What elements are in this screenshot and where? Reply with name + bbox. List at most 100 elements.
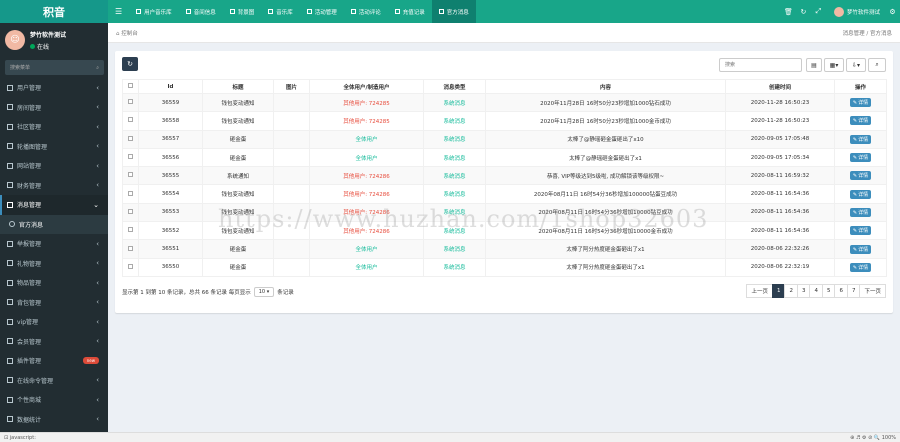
sidebar-item-0[interactable]: 用户管理 ‹ <box>0 78 108 98</box>
sidebar-item-12[interactable]: vip管理 ‹ <box>0 312 108 332</box>
tab-3[interactable]: 音乐库 <box>261 0 300 23</box>
next-page-button[interactable]: 下一页 <box>859 284 886 298</box>
sidebar-item-label: 个性商城 <box>17 397 42 405</box>
prev-page-button[interactable]: 上一页 <box>746 284 773 298</box>
cell-time: 2020-08-11 16:54:36 <box>725 221 835 241</box>
sidebar-item-7[interactable]: 官方消息 <box>0 214 108 234</box>
cell-actions: 详情 <box>834 202 887 223</box>
detail-button[interactable]: 详情 <box>849 134 872 144</box>
chevron-left-icon: ‹ <box>96 181 99 190</box>
trash-icon[interactable]: 🗑 <box>781 8 796 16</box>
sidebar-item-8[interactable]: 举报管理 ‹ <box>0 234 108 254</box>
row-checkbox[interactable] <box>122 166 139 186</box>
page-size-select[interactable]: 10 ▾ <box>253 287 275 297</box>
select-all-checkbox[interactable] <box>122 79 139 94</box>
sidebar-search-input[interactable]: 搜索菜单 ⌕ <box>5 60 104 75</box>
message-icon <box>7 201 13 208</box>
export-button[interactable]: ⇩▾ <box>846 58 866 72</box>
columns-button[interactable]: ▦▾ <box>824 58 844 72</box>
page-button-1[interactable]: 1 <box>771 284 786 298</box>
sidebar-item-5[interactable]: 财务管理 ‹ <box>0 176 108 196</box>
chevron-left-icon: ‹ <box>96 298 99 307</box>
app-logo[interactable]: 积音 <box>0 0 108 23</box>
sidebar-item-11[interactable]: 背包管理 ‹ <box>0 293 108 313</box>
tab-7[interactable]: 官方消息 <box>431 0 476 23</box>
sidebar-item-15[interactable]: 在线命令管理 ‹ <box>0 371 108 391</box>
cell-time: 2020-08-06 22:32:26 <box>725 239 835 259</box>
page-button-6[interactable]: 6 <box>834 284 848 298</box>
tab-1[interactable]: 音间信息 <box>179 0 223 23</box>
chevron-left-icon: ‹ <box>96 278 99 287</box>
search-icon: ⌕ <box>96 64 99 71</box>
detail-button[interactable]: 详情 <box>849 171 872 181</box>
sidebar-item-3[interactable]: 轮播图管理 ‹ <box>0 137 108 157</box>
cell-image <box>273 202 310 223</box>
row-checkbox[interactable] <box>122 129 139 149</box>
page-button-3[interactable]: 3 <box>796 284 811 298</box>
detail-button[interactable]: 详情 <box>849 226 872 236</box>
user-name: 梦竹软件测试 <box>30 31 67 39</box>
toggle-view-button[interactable]: ▤ <box>806 58 822 72</box>
gift-icon <box>7 260 13 267</box>
settings-icon[interactable]: ⚙ <box>885 8 900 16</box>
home-icon <box>7 104 13 111</box>
sidebar-item-14[interactable]: 插件管理 new <box>0 351 108 371</box>
col-title[interactable]: 标题 <box>202 79 274 94</box>
detail-button[interactable]: 详情 <box>849 244 872 254</box>
top-user-name[interactable]: 梦竹软件测试 <box>847 8 880 16</box>
sidebar-item-2[interactable]: 社区管理 ‹ <box>0 117 108 137</box>
tab-4[interactable]: 活动管理 <box>300 0 344 23</box>
detail-button[interactable]: 详情 <box>849 262 872 272</box>
sidebar-item-17[interactable]: 数据统计 ‹ <box>0 410 108 430</box>
cell-type: 系统消息 <box>423 166 486 186</box>
sidebar-item-6[interactable]: 消息管理 ⌄ <box>0 195 108 215</box>
stats-icon <box>7 416 13 423</box>
table-row: 36555 系统通知 其他用户: 724286 系统消息 恭喜, VIP等级达到5级啦,… <box>122 166 887 186</box>
top-avatar[interactable] <box>833 6 844 17</box>
sidebar-item-label: 官方消息 <box>19 221 44 229</box>
tab-2[interactable]: 背景图 <box>223 0 262 23</box>
detail-button[interactable]: 详情 <box>849 189 872 199</box>
tab-5[interactable]: 活动评论 <box>344 0 388 23</box>
cell-users: 其他用户: 724285 <box>309 111 424 131</box>
row-checkbox[interactable] <box>122 202 139 223</box>
page-button-5[interactable]: 5 <box>821 284 836 298</box>
page-button-2[interactable]: 2 <box>784 284 798 298</box>
tab-0[interactable]: 用户音乐库 <box>129 0 179 23</box>
sidebar-item-13[interactable]: 会员管理 ‹ <box>0 332 108 352</box>
row-checkbox[interactable] <box>122 184 139 204</box>
row-checkbox[interactable] <box>122 147 139 168</box>
detail-button[interactable]: 详情 <box>849 207 872 217</box>
cell-id: 36555 <box>138 166 203 186</box>
tab-6[interactable]: 充值记录 <box>388 0 432 23</box>
refresh-icon[interactable]: ↻ <box>796 8 811 16</box>
fullscreen-icon[interactable]: ⤢ <box>811 7 826 16</box>
cell-time: 2020-08-11 16:54:36 <box>725 184 835 204</box>
cell-id: 36552 <box>138 221 203 241</box>
col-created[interactable]: 创建时间 <box>725 79 835 94</box>
search-input[interactable] <box>719 58 802 72</box>
row-checkbox[interactable] <box>122 111 139 131</box>
breadcrumb-home[interactable]: ⌂ 控制台 <box>116 29 138 37</box>
page-button-4[interactable]: 4 <box>809 284 823 298</box>
col-id[interactable]: Id <box>138 79 203 94</box>
detail-button[interactable]: 详情 <box>849 98 872 108</box>
menu-toggle-icon[interactable]: ☰ <box>108 0 129 23</box>
row-checkbox[interactable] <box>122 92 139 113</box>
page-button-7[interactable]: 7 <box>846 284 861 298</box>
row-checkbox[interactable] <box>122 221 139 241</box>
tab-label: 背景图 <box>237 9 255 16</box>
advanced-search-button[interactable]: ⌕ <box>868 58 886 72</box>
sidebar-item-1[interactable]: 房间管理 ‹ <box>0 98 108 118</box>
detail-button[interactable]: 详情 <box>849 153 872 163</box>
sidebar-item-16[interactable]: 个性商城 ‹ <box>0 390 108 410</box>
sidebar-item-10[interactable]: 物品管理 ‹ <box>0 273 108 293</box>
row-checkbox[interactable] <box>122 239 139 259</box>
row-checkbox[interactable] <box>122 257 139 277</box>
refresh-button[interactable]: ↻ <box>122 57 138 71</box>
sidebar-item-4[interactable]: 网站管理 ‹ <box>0 156 108 176</box>
detail-button[interactable]: 详情 <box>849 116 872 126</box>
chevron-left-icon: ‹ <box>96 142 99 151</box>
sidebar-item-label: 轮播图管理 <box>17 143 48 151</box>
sidebar-item-9[interactable]: 礼物管理 ‹ <box>0 254 108 274</box>
